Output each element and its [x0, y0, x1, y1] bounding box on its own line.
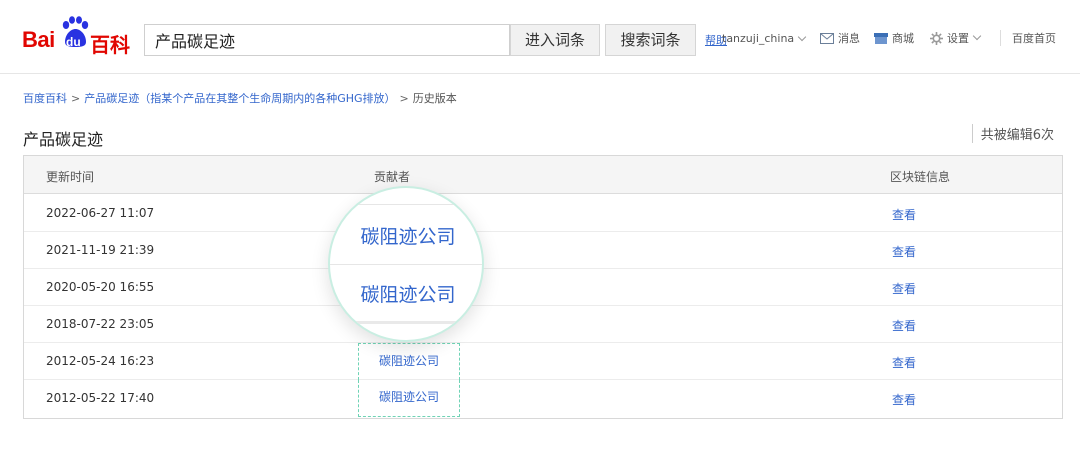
- gear-icon: [930, 31, 943, 45]
- update-time: 2021-11-19 21:39: [46, 243, 155, 257]
- table-row: 2012-05-24 16:23 碳阻迹公司 查看: [24, 343, 1062, 380]
- table-header: 更新时间 贡献者 区块链信息: [24, 156, 1062, 194]
- update-time: 2018-07-22 23:05: [46, 317, 155, 331]
- chevron-down-icon: [797, 32, 807, 42]
- home-label: 百度首页: [1012, 32, 1056, 45]
- search-input[interactable]: [144, 24, 510, 56]
- table-row: 2018-07-22 23:05 查看: [24, 306, 1062, 343]
- store-icon: [874, 32, 888, 44]
- mail-icon: [820, 32, 834, 44]
- settings-menu[interactable]: 设置: [930, 30, 982, 46]
- update-time: 2012-05-22 17:40: [46, 391, 155, 405]
- magnified-contributor: 碳阻迹公司: [360, 284, 456, 306]
- column-header-contributor: 贡献者: [374, 170, 411, 184]
- magnified-contributor: 碳阻迹公司: [360, 226, 456, 248]
- view-blockchain-link[interactable]: 查看: [892, 354, 916, 371]
- contributor-link[interactable]: 碳阻迹公司: [358, 343, 460, 380]
- magnifier-divider: [330, 204, 482, 205]
- mall-label: 商城: [892, 32, 914, 45]
- search-entry-button[interactable]: 搜索词条: [605, 24, 696, 56]
- breadcrumb-current: 历史版本: [412, 92, 457, 105]
- magnifier-divider: [330, 321, 482, 324]
- column-header-time: 更新时间: [46, 170, 95, 184]
- update-time: 2022-06-27 11:07: [46, 206, 155, 220]
- logo-du-text: du: [66, 35, 81, 49]
- breadcrumb: 百度百科 > 产品碳足迹（指某个产品在其整个生命周期内的各种GHG排放） > 历史版本: [23, 90, 457, 106]
- table-row: 2021-11-19 21:39 查看: [24, 232, 1062, 269]
- nav-divider: [1000, 30, 1001, 46]
- username-label: tanzuji_china: [722, 32, 795, 45]
- column-header-blockchain: 区块链信息: [890, 170, 951, 184]
- history-table: 更新时间 贡献者 区块链信息 2022-06-27 11:07 查看 2021-…: [23, 155, 1063, 419]
- magnifier-callout: 碳阻迹公司 碳阻迹公司: [328, 186, 484, 342]
- baidu-baike-logo[interactable]: Bai du 百科: [22, 14, 132, 57]
- page-title: 产品碳足迹: [23, 130, 104, 149]
- mall-link[interactable]: 商城: [874, 30, 914, 46]
- edit-count: 共被编辑6次: [971, 124, 1054, 143]
- magnifier-divider: [330, 264, 482, 265]
- top-header: Bai du 百科 进入词条 搜索词条 帮助 tanzuji_china 消息 …: [0, 0, 1080, 74]
- view-blockchain-link[interactable]: 查看: [892, 391, 916, 408]
- user-menu[interactable]: tanzuji_china: [722, 32, 807, 45]
- update-time: 2012-05-24 16:23: [46, 354, 155, 368]
- update-time: 2020-05-20 16:55: [46, 280, 155, 294]
- logo-bai-text: Bai: [22, 27, 55, 52]
- table-row: 2022-06-27 11:07 查看: [24, 195, 1062, 232]
- messages-label: 消息: [838, 32, 860, 45]
- breadcrumb-separator: >: [71, 92, 81, 105]
- breadcrumb-root-link[interactable]: 百度百科: [23, 92, 67, 105]
- table-row: 2012-05-22 17:40 碳阻迹公司 查看: [24, 380, 1062, 417]
- baidu-home-link[interactable]: 百度首页: [1012, 30, 1056, 46]
- view-blockchain-link[interactable]: 查看: [892, 280, 916, 297]
- view-blockchain-link[interactable]: 查看: [892, 206, 916, 223]
- messages-link[interactable]: 消息: [820, 30, 860, 46]
- breadcrumb-entry-link[interactable]: 产品碳足迹（指某个产品在其整个生命周期内的各种GHG排放）: [84, 92, 395, 105]
- settings-label: 设置: [947, 32, 969, 45]
- logo-baike-text: 百科: [90, 33, 130, 57]
- table-row: 2020-05-20 16:55 查看: [24, 269, 1062, 306]
- enter-entry-button[interactable]: 进入词条: [510, 24, 600, 56]
- contributor-link[interactable]: 碳阻迹公司: [358, 380, 460, 417]
- view-blockchain-link[interactable]: 查看: [892, 317, 916, 334]
- breadcrumb-separator: >: [399, 92, 409, 105]
- view-blockchain-link[interactable]: 查看: [892, 243, 916, 260]
- chevron-down-icon: [972, 31, 982, 41]
